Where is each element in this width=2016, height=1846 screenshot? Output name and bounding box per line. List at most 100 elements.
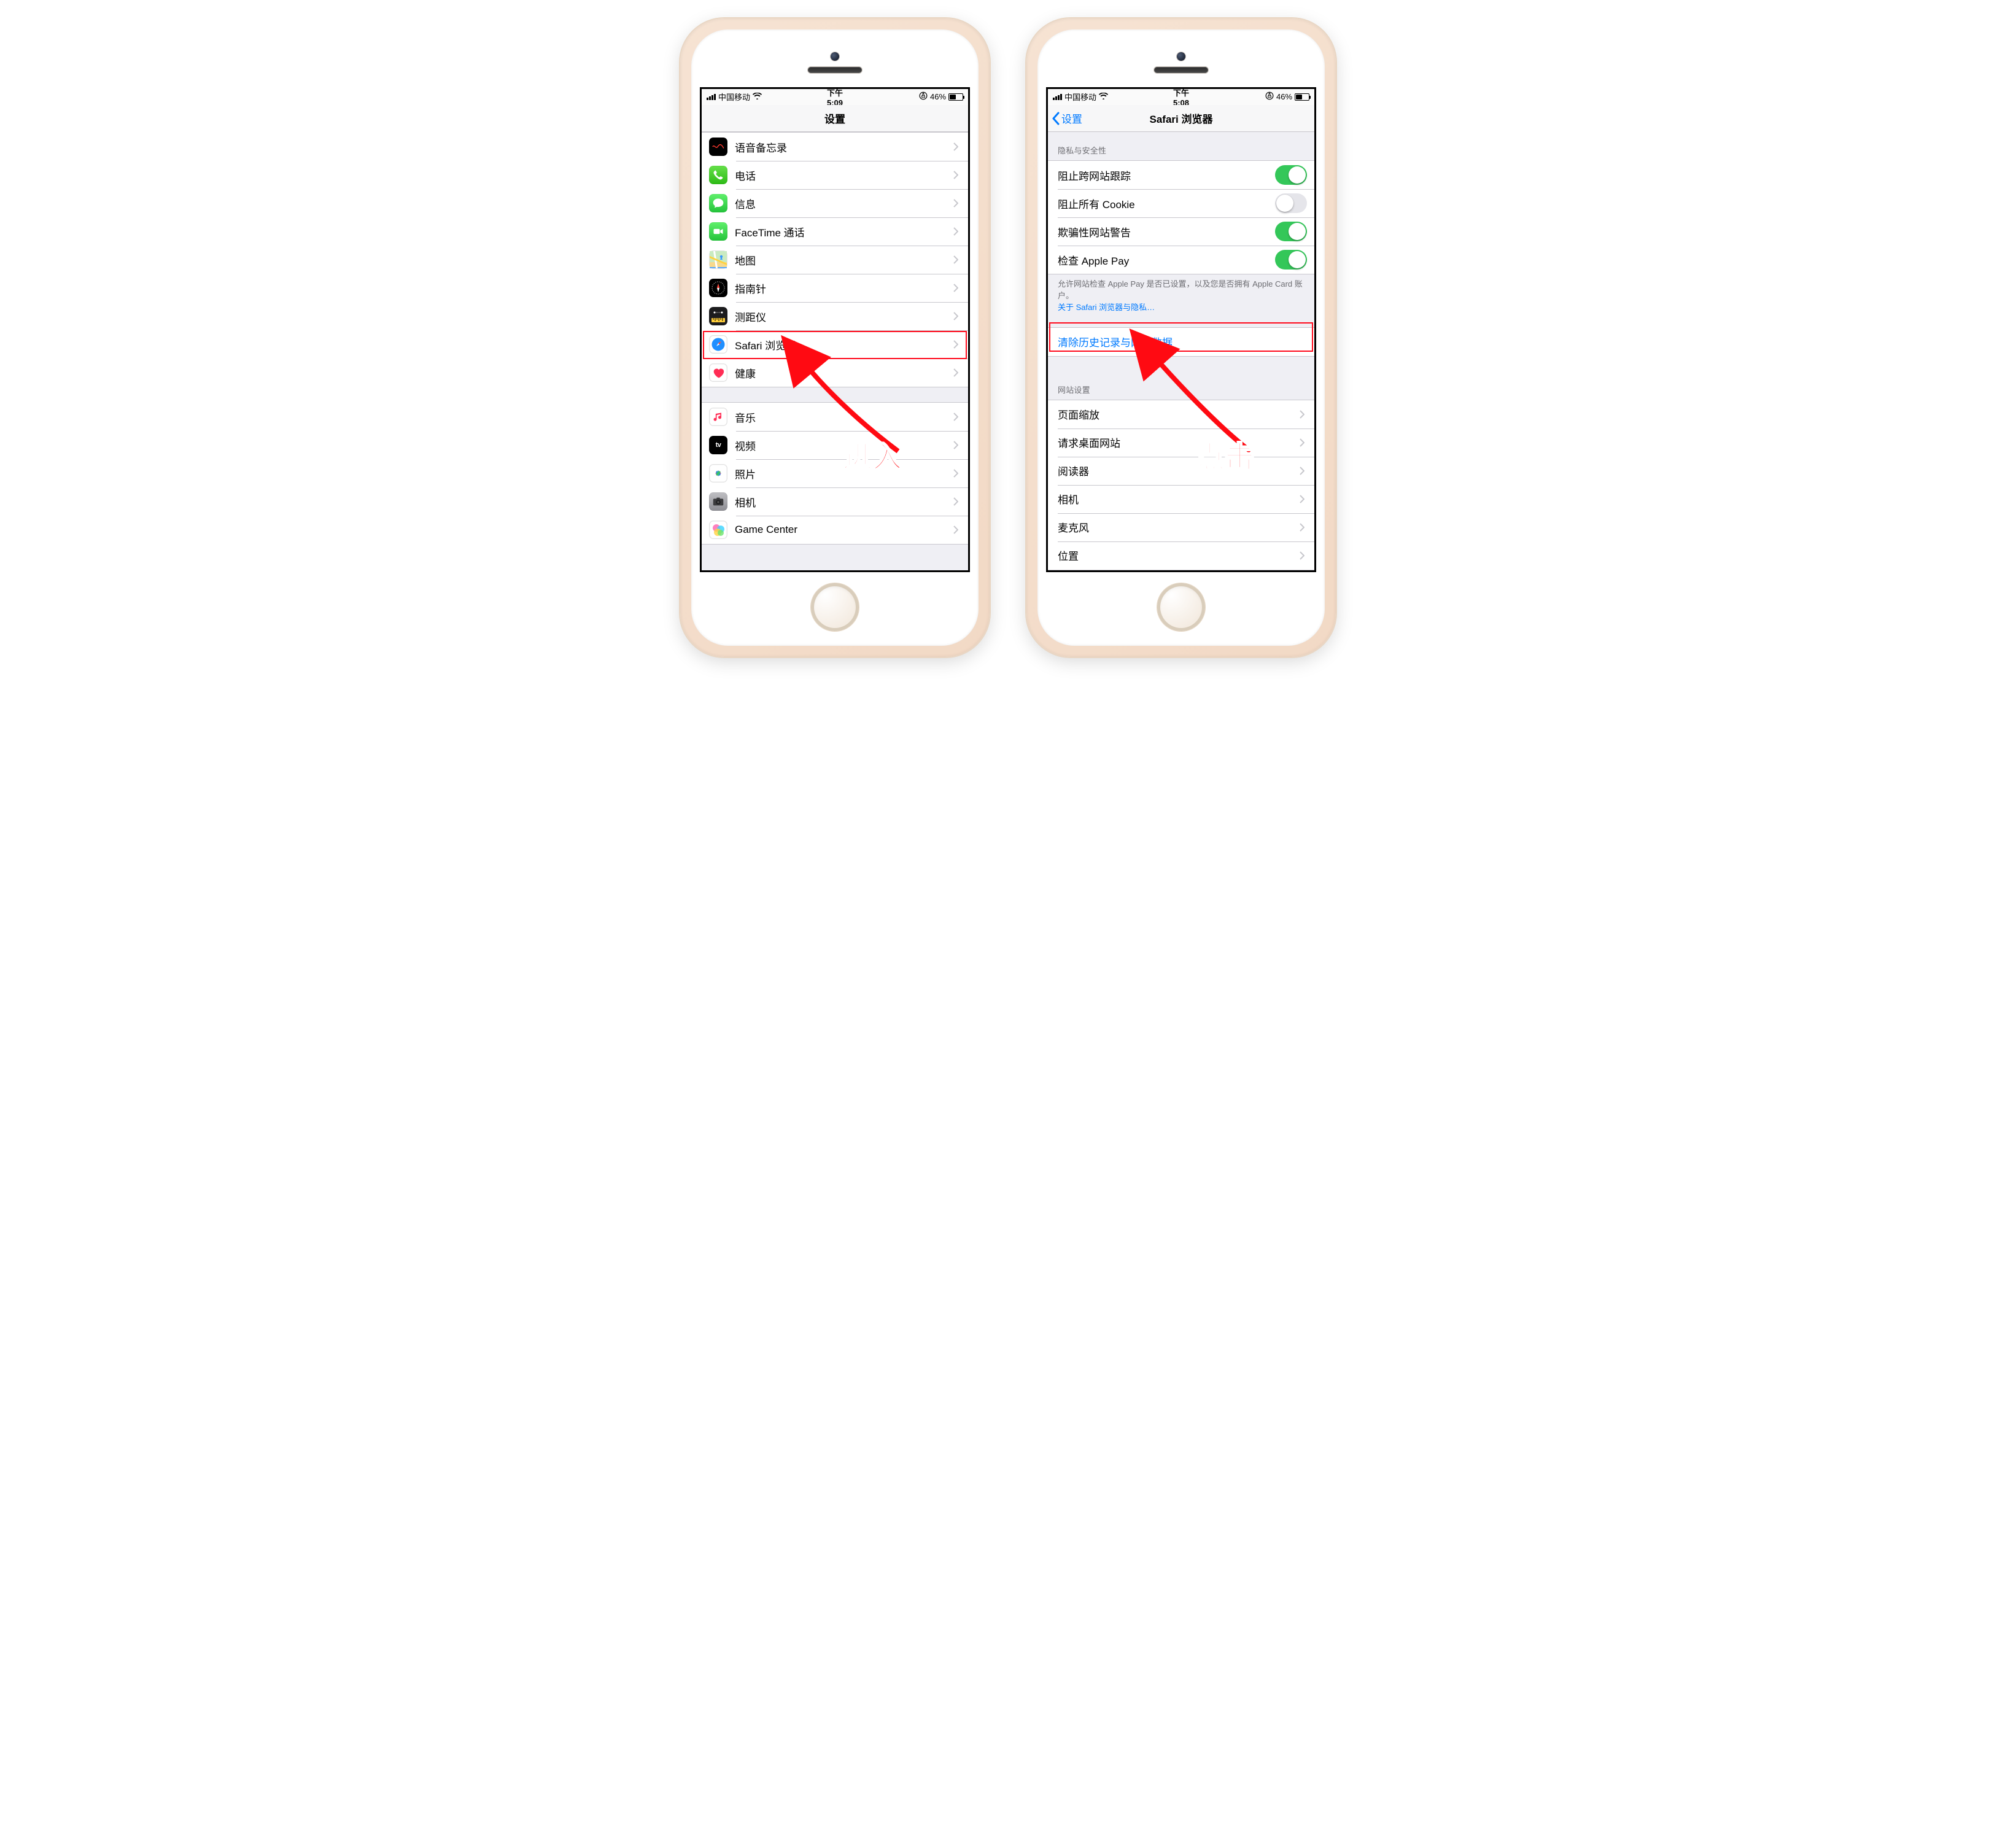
- top-hardware: [700, 41, 970, 85]
- toggle-fraud-warning[interactable]: [1275, 222, 1307, 241]
- privacy-link[interactable]: 关于 Safari 浏览器与隐私…: [1058, 303, 1155, 312]
- row-label: 检查 Apple Pay: [1058, 252, 1268, 268]
- row-label: 音乐: [735, 409, 946, 425]
- row-microphone-perm[interactable]: 麦克风: [1048, 513, 1314, 541]
- wifi-icon: [753, 93, 762, 101]
- settings-group-apps: 语音备忘录 电话: [702, 132, 968, 387]
- settings-row-phone[interactable]: 电话: [702, 161, 968, 189]
- row-location-perm[interactable]: 位置: [1048, 541, 1314, 570]
- settings-row-music[interactable]: 音乐: [702, 403, 968, 431]
- footer-text: 允许网站检查 Apple Pay 是否已设置，以及您是否拥有 Apple Car…: [1058, 279, 1303, 300]
- row-check-apple-pay[interactable]: 检查 Apple Pay: [1048, 246, 1314, 274]
- settings-row-compass[interactable]: 指南针: [702, 274, 968, 302]
- group-footer-privacy: 允许网站检查 Apple Pay 是否已设置，以及您是否拥有 Apple Car…: [1048, 274, 1314, 316]
- row-label: FaceTime 通话: [735, 224, 946, 239]
- chevron-right-icon: [953, 497, 961, 506]
- row-label: 照片: [735, 466, 946, 481]
- battery-percent: 46%: [1276, 92, 1292, 101]
- row-label: 健康: [735, 365, 946, 381]
- chevron-right-icon: [953, 312, 961, 320]
- settings-row-voice-memos[interactable]: 语音备忘录: [702, 133, 968, 161]
- phone-frame-left: 中国移动 下午5:09 46% 设置: [680, 18, 990, 657]
- row-fraud-warning[interactable]: 欺骗性网站警告: [1048, 217, 1314, 246]
- top-speaker: [808, 67, 862, 73]
- camera-icon: [709, 492, 727, 511]
- safari-icon: [709, 335, 727, 354]
- home-button[interactable]: [1157, 583, 1205, 631]
- chevron-right-icon: [1300, 467, 1307, 475]
- row-label: 相机: [1058, 491, 1292, 506]
- orientation-lock-icon: [1265, 91, 1274, 102]
- row-label: 欺骗性网站警告: [1058, 224, 1268, 239]
- row-block-cross-site[interactable]: 阻止跨网站跟踪: [1048, 161, 1314, 189]
- chevron-right-icon: [1300, 410, 1307, 419]
- status-bar: 中国移动 下午5:09 46%: [702, 89, 968, 105]
- row-page-zoom[interactable]: 页面缩放: [1048, 400, 1314, 429]
- battery-percent: 46%: [930, 92, 946, 101]
- row-reader[interactable]: 阅读器: [1048, 457, 1314, 485]
- top-hardware: [1046, 41, 1316, 85]
- nav-title: 设置: [824, 111, 845, 126]
- navigation-bar: 设置 Safari 浏览器: [1048, 105, 1314, 132]
- row-label: 测距仪: [735, 309, 946, 324]
- row-request-desktop[interactable]: 请求桌面网站: [1048, 429, 1314, 457]
- voice-memo-icon: [709, 138, 727, 156]
- settings-row-photos[interactable]: 照片: [702, 459, 968, 487]
- chevron-right-icon: [1300, 551, 1307, 560]
- settings-group-media: 音乐 tv 视频: [702, 402, 968, 545]
- row-label: 语音备忘录: [735, 139, 946, 155]
- settings-row-safari[interactable]: Safari 浏览器: [702, 330, 968, 359]
- chevron-right-icon: [953, 340, 961, 349]
- front-camera: [1177, 52, 1185, 61]
- settings-row-game-center[interactable]: Game Center: [702, 516, 968, 544]
- row-label: Safari 浏览器: [735, 337, 946, 352]
- screen-left: 中国移动 下午5:09 46% 设置: [700, 87, 970, 572]
- messages-icon: [709, 194, 727, 212]
- facetime-icon: [709, 222, 727, 241]
- settings-row-facetime[interactable]: FaceTime 通话: [702, 217, 968, 246]
- toggle-block-cross-site[interactable]: [1275, 165, 1307, 185]
- chevron-right-icon: [953, 413, 961, 421]
- row-label: 阅读器: [1058, 463, 1292, 478]
- navigation-bar: 设置: [702, 105, 968, 132]
- row-clear-history[interactable]: 清除历史记录与网站数据: [1048, 328, 1314, 356]
- group-privacy: 隐私与安全性 阻止跨网站跟踪 阻止所有 Cookie 欺骗性网站警告: [1048, 132, 1314, 316]
- group-header-privacy: 隐私与安全性: [1048, 132, 1314, 160]
- phone-icon: [709, 166, 727, 184]
- settings-row-health[interactable]: 健康: [702, 359, 968, 387]
- settings-row-maps[interactable]: 地图: [702, 246, 968, 274]
- settings-row-tv[interactable]: tv 视频: [702, 431, 968, 459]
- back-button[interactable]: 设置: [1052, 105, 1082, 131]
- signal-bars-icon: [707, 94, 716, 100]
- group-clear: 清除历史记录与网站数据: [1048, 327, 1314, 357]
- chevron-right-icon: [953, 441, 961, 449]
- battery-icon: [1295, 93, 1309, 101]
- row-label: 地图: [735, 252, 946, 268]
- home-button[interactable]: [811, 583, 859, 631]
- settings-row-measure[interactable]: 测距仪: [702, 302, 968, 330]
- maps-icon: [709, 250, 727, 269]
- game-center-icon: [709, 521, 727, 539]
- phone-inner: 中国移动 下午5:08 46% 设置: [1037, 29, 1325, 646]
- group-header-site: 网站设置: [1048, 371, 1314, 400]
- back-label: 设置: [1061, 111, 1082, 126]
- settings-row-camera[interactable]: 相机: [702, 487, 968, 516]
- row-label: 阻止所有 Cookie: [1058, 196, 1268, 211]
- toggle-check-apple-pay[interactable]: [1275, 250, 1307, 270]
- row-camera-perm[interactable]: 相机: [1048, 485, 1314, 513]
- row-label: 指南针: [735, 281, 946, 296]
- clock-label: 下午5:09: [827, 87, 843, 107]
- chevron-right-icon: [953, 142, 961, 151]
- front-camera: [831, 52, 839, 61]
- chevron-right-icon: [1300, 523, 1307, 532]
- health-icon: [709, 363, 727, 382]
- toggle-block-all-cookies[interactable]: [1275, 193, 1307, 213]
- clear-history-label: 清除历史记录与网站数据: [1058, 334, 1307, 349]
- signal-bars-icon: [1053, 94, 1062, 100]
- chevron-right-icon: [953, 227, 961, 236]
- settings-row-messages[interactable]: 信息: [702, 189, 968, 217]
- chevron-right-icon: [1300, 438, 1307, 447]
- status-bar: 中国移动 下午5:08 46%: [1048, 89, 1314, 105]
- row-label: 电话: [735, 168, 946, 183]
- row-block-all-cookies[interactable]: 阻止所有 Cookie: [1048, 189, 1314, 217]
